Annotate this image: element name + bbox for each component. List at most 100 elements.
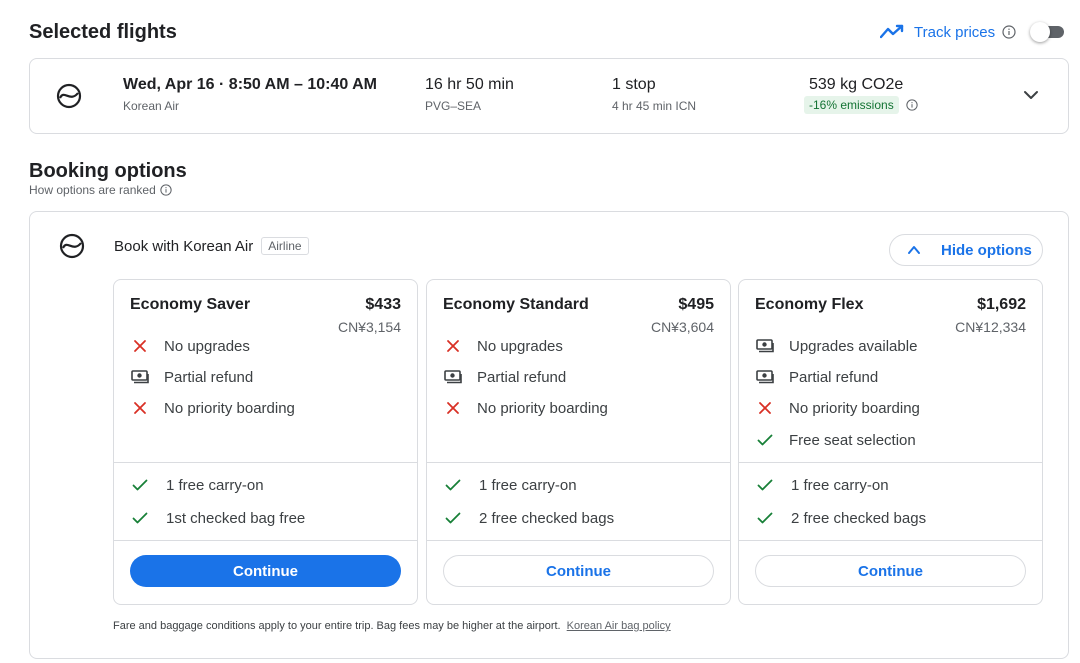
info-icon[interactable] bbox=[160, 184, 172, 196]
info-icon[interactable] bbox=[1002, 25, 1016, 39]
flight-date-time: Wed, Apr 16 · 8:50 AM – 10:40 AM bbox=[123, 76, 377, 93]
baggage-item: 1 free carry-on bbox=[443, 475, 577, 495]
fare-feature: Upgrades available bbox=[755, 336, 917, 356]
divider bbox=[427, 462, 730, 463]
baggage-item: 1 free carry-on bbox=[755, 475, 889, 495]
fare-name: Economy Standard bbox=[443, 296, 589, 313]
baggage-label: 2 free checked bags bbox=[791, 509, 927, 527]
baggage-item: 2 free checked bags bbox=[755, 508, 926, 528]
divider bbox=[114, 462, 417, 463]
baggage-item: 1 free carry-on bbox=[130, 475, 264, 495]
ranking-info-label[interactable]: How options are ranked bbox=[29, 183, 156, 197]
fare-price: $433 bbox=[365, 296, 401, 313]
fare-feature-label: No upgrades bbox=[477, 337, 563, 355]
seller-type-badge: Airline bbox=[261, 237, 309, 255]
x-icon bbox=[443, 336, 463, 356]
fare-feature: No upgrades bbox=[130, 336, 250, 356]
fare-price-cny: CN¥12,334 bbox=[955, 319, 1026, 335]
x-icon bbox=[443, 398, 463, 418]
fare-feature: Free seat selection bbox=[755, 430, 916, 450]
fare-feature-label: No priority boarding bbox=[477, 399, 608, 417]
x-icon bbox=[130, 398, 150, 418]
track-prices-label[interactable]: Track prices bbox=[914, 24, 995, 41]
baggage-label: 1 free carry-on bbox=[479, 476, 577, 494]
divider bbox=[427, 540, 730, 541]
x-icon bbox=[130, 336, 150, 356]
flight-duration: 16 hr 50 min bbox=[425, 76, 514, 93]
page-title: Selected flights bbox=[29, 21, 177, 43]
fare-feature-label: No priority boarding bbox=[789, 399, 920, 417]
check-icon bbox=[130, 508, 150, 528]
flight-route: PVG–SEA bbox=[425, 99, 482, 113]
korean-air-logo bbox=[59, 233, 85, 264]
korean-air-logo bbox=[56, 83, 82, 114]
baggage-label: 1 free carry-on bbox=[166, 476, 264, 494]
fare-feature-label: Free seat selection bbox=[789, 431, 916, 449]
flight-airline: Korean Air bbox=[123, 99, 180, 113]
divider bbox=[114, 540, 417, 541]
flight-layover: 4 hr 45 min ICN bbox=[612, 99, 697, 113]
chevron-up-icon bbox=[907, 243, 921, 257]
book-with-label: Book with Korean Air bbox=[114, 237, 254, 255]
fare-card-economy-standard: Economy Standard $495 CN¥3,604 No upgrad… bbox=[426, 279, 731, 605]
fare-feature: Partial refund bbox=[755, 367, 878, 387]
check-icon bbox=[443, 508, 463, 528]
fare-feature-label: Partial refund bbox=[164, 368, 254, 386]
fare-feature-label: Partial refund bbox=[477, 368, 567, 386]
continue-button[interactable]: Continue bbox=[130, 555, 401, 587]
fare-feature: Partial refund bbox=[443, 367, 566, 387]
fare-price: $1,692 bbox=[977, 296, 1026, 313]
fare-feature-label: No priority boarding bbox=[164, 399, 295, 417]
fare-name: Economy Flex bbox=[755, 296, 864, 313]
hide-options-label: Hide options bbox=[941, 241, 1032, 259]
trend-icon bbox=[880, 22, 904, 42]
divider bbox=[739, 462, 1042, 463]
check-icon bbox=[130, 475, 150, 495]
fare-feature: No priority boarding bbox=[755, 398, 920, 418]
emissions-badge: -16% emissions bbox=[804, 96, 899, 114]
check-icon bbox=[755, 430, 775, 450]
fare-feature-label: No upgrades bbox=[164, 337, 250, 355]
bag-policy-link[interactable]: Korean Air bag policy bbox=[567, 620, 671, 632]
fare-feature: No upgrades bbox=[443, 336, 563, 356]
continue-button[interactable]: Continue bbox=[755, 555, 1026, 587]
chevron-down-icon[interactable] bbox=[1023, 87, 1039, 108]
flight-summary-card[interactable]: Wed, Apr 16 · 8:50 AM – 10:40 AM Korean … bbox=[29, 58, 1069, 134]
money-icon bbox=[755, 336, 775, 356]
fare-price-cny: CN¥3,154 bbox=[337, 319, 401, 335]
divider bbox=[739, 540, 1042, 541]
baggage-label: 2 free checked bags bbox=[479, 509, 615, 527]
fare-feature-label: Partial refund bbox=[789, 368, 879, 386]
fare-feature-label: Upgrades available bbox=[789, 337, 918, 355]
fare-conditions-text: Fare and baggage conditions apply to you… bbox=[113, 620, 561, 632]
info-icon[interactable] bbox=[906, 99, 918, 111]
fare-card-economy-flex: Economy Flex $1,692 CN¥12,334 Upgrades a… bbox=[738, 279, 1043, 605]
track-prices-toggle[interactable] bbox=[1030, 22, 1065, 42]
check-icon bbox=[755, 475, 775, 495]
flight-emissions: 539 kg CO2e bbox=[809, 76, 904, 93]
ranking-info[interactable]: How options are ranked bbox=[29, 183, 172, 197]
check-icon bbox=[755, 508, 775, 528]
continue-button[interactable]: Continue bbox=[443, 555, 714, 587]
check-icon bbox=[443, 475, 463, 495]
money-icon bbox=[443, 367, 463, 387]
baggage-label: 1 free carry-on bbox=[791, 476, 889, 494]
fare-card-economy-saver: Economy Saver $433 CN¥3,154 No upgrades … bbox=[113, 279, 418, 605]
x-icon bbox=[755, 398, 775, 418]
hide-options-button[interactable]: Hide options bbox=[889, 234, 1043, 266]
baggage-item: 1st checked bag free bbox=[130, 508, 305, 528]
money-icon bbox=[130, 367, 150, 387]
fare-price-cny: CN¥3,604 bbox=[650, 319, 714, 335]
fare-name: Economy Saver bbox=[130, 296, 251, 313]
flight-stops: 1 stop bbox=[612, 76, 656, 93]
booking-options-title: Booking options bbox=[29, 160, 187, 182]
fare-feature: Partial refund bbox=[130, 367, 253, 387]
track-prices-control[interactable]: Track prices bbox=[880, 22, 1065, 42]
fare-price: $495 bbox=[678, 296, 714, 313]
money-icon bbox=[755, 367, 775, 387]
fare-feature: No priority boarding bbox=[443, 398, 608, 418]
baggage-label: 1st checked bag free bbox=[166, 509, 306, 527]
fare-feature: No priority boarding bbox=[130, 398, 295, 418]
baggage-item: 2 free checked bags bbox=[443, 508, 614, 528]
fare-conditions-note: Fare and baggage conditions apply to you… bbox=[113, 620, 671, 632]
